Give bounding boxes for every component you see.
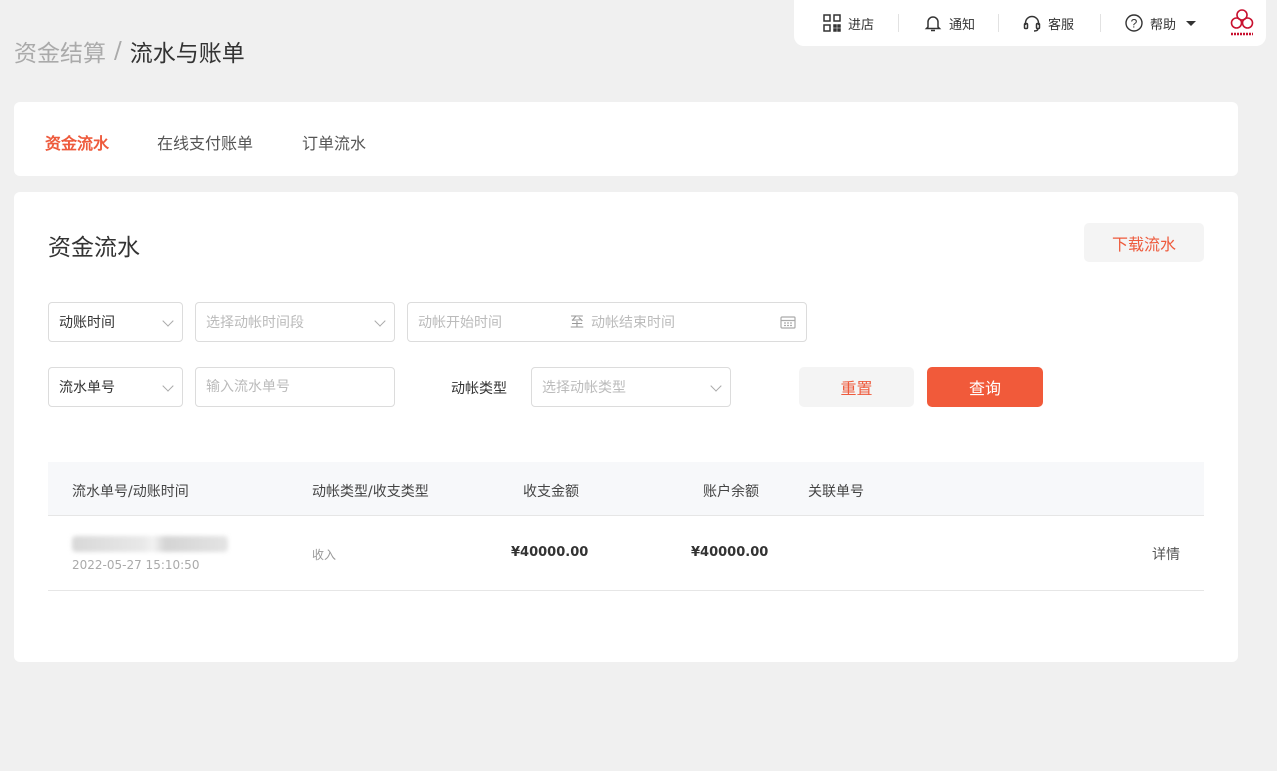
account-balance: ¥40000.00 xyxy=(691,545,769,560)
transaction-type-placeholder: 选择动帐类型 xyxy=(542,380,626,396)
chevron-down-icon xyxy=(162,380,174,392)
divider xyxy=(898,14,899,32)
service-link[interactable]: 客服 xyxy=(1022,0,1074,46)
breadcrumb-separator: / xyxy=(114,38,122,64)
time-range-select[interactable]: 选择动帐时间段 xyxy=(195,302,395,342)
notify-link[interactable]: 通知 xyxy=(923,0,975,46)
id-type-select[interactable]: 流水单号 xyxy=(48,367,183,407)
breadcrumb: 资金结算 / 流水与账单 xyxy=(14,34,245,68)
time-type-select[interactable]: 动账时间 xyxy=(48,302,183,342)
bell-icon xyxy=(923,13,943,33)
date-range-picker[interactable]: 动帐开始时间 至 动帐结束时间 xyxy=(407,302,807,342)
chevron-down-icon xyxy=(710,380,722,392)
fund-flow-panel: 资金流水 下载流水 动账时间 选择动帐时间段 动帐开始时间 至 动帐结束时间 流… xyxy=(14,192,1238,662)
question-icon: ? xyxy=(1124,13,1144,33)
id-type-value: 流水单号 xyxy=(59,380,115,396)
transaction-type: 收入 xyxy=(312,548,337,562)
tab-online-payment-bill[interactable]: 在线支付账单 xyxy=(157,130,253,154)
service-label: 客服 xyxy=(1048,17,1075,33)
range-separator: 至 xyxy=(570,315,584,331)
download-button[interactable]: 下载流水 xyxy=(1084,223,1204,262)
column-header: 收支金额 xyxy=(523,484,579,500)
column-header: 关联单号 xyxy=(808,484,864,500)
query-button[interactable]: 查询 xyxy=(927,367,1043,407)
tab-order-flow[interactable]: 订单流水 xyxy=(302,130,366,154)
column-header: 动帐类型/收支类型 xyxy=(312,484,429,500)
breadcrumb-parent[interactable]: 资金结算 xyxy=(14,34,106,68)
end-date-input[interactable]: 动帐结束时间 xyxy=(591,312,675,332)
details-link[interactable]: 详情 xyxy=(1152,544,1180,564)
column-header: 账户余额 xyxy=(703,484,759,500)
transaction-type-label: 动帐类型 xyxy=(451,381,507,397)
transaction-type-select[interactable]: 选择动帐类型 xyxy=(531,367,731,407)
flow-id-input[interactable] xyxy=(206,379,384,395)
help-menu[interactable]: ? 帮助 xyxy=(1124,0,1197,46)
redacted-flow-id xyxy=(72,536,228,552)
breadcrumb-current: 流水与账单 xyxy=(129,41,245,67)
svg-text:?: ? xyxy=(1131,17,1138,31)
reset-button[interactable]: 重置 xyxy=(799,367,914,407)
tab-fund-flow[interactable]: 资金流水 xyxy=(45,130,109,154)
qrcode-icon xyxy=(822,13,842,33)
caret-down-icon xyxy=(1186,20,1197,26)
transaction-time: 2022-05-27 15:10:50 xyxy=(72,558,200,572)
start-date-input[interactable]: 动帐开始时间 xyxy=(418,312,502,332)
store-link[interactable]: 进店 xyxy=(822,0,874,46)
time-type-value: 动账时间 xyxy=(59,315,115,331)
chevron-down-icon xyxy=(162,315,174,327)
tabs-bar: 资金流水 在线支付账单 订单流水 xyxy=(14,102,1238,176)
store-label: 进店 xyxy=(848,17,875,33)
chevron-down-icon xyxy=(374,315,386,327)
time-range-placeholder: 选择动帐时间段 xyxy=(206,315,304,331)
transaction-amount: ¥40000.00 xyxy=(511,545,589,560)
section-title: 资金流水 xyxy=(48,235,140,261)
brand-logo[interactable] xyxy=(1228,7,1256,43)
divider xyxy=(998,14,999,32)
table-header: 流水单号/动账时间 动帐类型/收支类型 收支金额 账户余额 关联单号 xyxy=(48,462,1204,516)
calendar-icon xyxy=(780,315,796,333)
flow-id-field[interactable] xyxy=(195,367,395,407)
headset-icon xyxy=(1022,13,1042,33)
table-row: 2022-05-27 15:10:50 收入 ¥40000.00 ¥40000.… xyxy=(48,516,1204,591)
top-toolbar: 进店 通知 客服 ? 帮助 xyxy=(794,0,1266,46)
divider xyxy=(1100,14,1101,32)
help-label: 帮助 xyxy=(1150,17,1177,33)
notify-label: 通知 xyxy=(949,17,976,33)
column-header: 流水单号/动账时间 xyxy=(72,484,189,500)
